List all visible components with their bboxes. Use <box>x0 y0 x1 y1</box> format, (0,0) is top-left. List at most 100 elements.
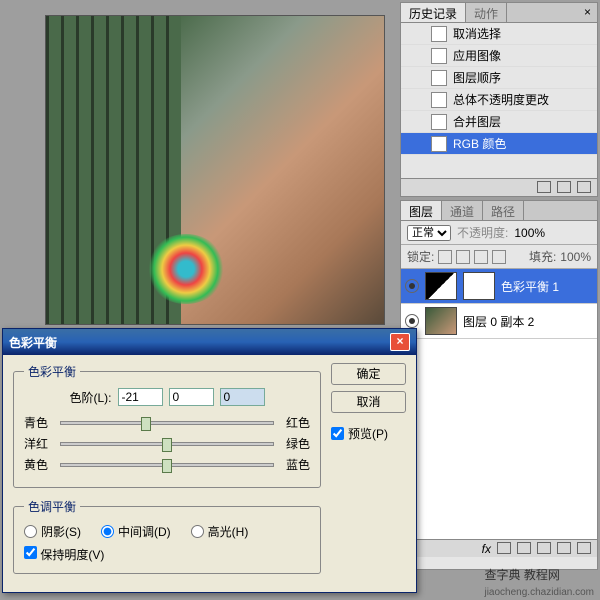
preserve-luminosity-checkbox[interactable]: 保持明度(V) <box>24 546 104 563</box>
fill-label: 填充: <box>529 248 556 265</box>
close-icon[interactable]: × <box>390 333 410 351</box>
tab-history[interactable]: 历史记录 <box>401 3 466 22</box>
midtones-radio[interactable]: 中间调(D) <box>101 523 171 540</box>
level-cyan-red[interactable] <box>118 388 163 406</box>
dialog-title: 色彩平衡 <box>9 334 57 351</box>
lock-all-icon[interactable] <box>492 250 506 264</box>
new-snapshot-icon[interactable] <box>537 181 551 193</box>
fill-value[interactable]: 100% <box>560 250 591 264</box>
history-step-icon <box>431 114 447 130</box>
blend-row: 正常 不透明度: 100% <box>401 221 597 245</box>
mask-icon[interactable] <box>497 542 511 554</box>
history-step-icon <box>431 26 447 42</box>
layer-row[interactable]: 图层 0 副本 2 <box>401 304 597 339</box>
trash-icon[interactable] <box>577 542 591 554</box>
level-magenta-green[interactable] <box>169 388 214 406</box>
opacity-label: 不透明度: <box>457 224 508 241</box>
visibility-icon[interactable] <box>405 314 419 328</box>
tab-channels[interactable]: 通道 <box>442 201 483 220</box>
cancel-button[interactable]: 取消 <box>331 391 406 413</box>
history-item-label: 取消选择 <box>453 25 501 42</box>
layers-panel: 图层 通道 路径 正常 不透明度: 100% 锁定: 填充: 100% 色彩平衡… <box>400 200 598 570</box>
mask-thumb <box>463 272 495 300</box>
history-item-label: 图层顺序 <box>453 69 501 86</box>
folder-icon[interactable] <box>537 542 551 554</box>
photo-content <box>46 16 384 324</box>
history-step-icon <box>431 70 447 86</box>
layer-row[interactable]: 色彩平衡 1 <box>401 269 597 304</box>
history-item-label: 应用图像 <box>453 47 501 64</box>
levels-label: 色阶(L): <box>69 389 111 406</box>
trash-icon[interactable] <box>577 181 591 193</box>
tab-paths[interactable]: 路径 <box>483 201 524 220</box>
lock-label: 锁定: <box>407 248 434 265</box>
adjustment-icon[interactable] <box>517 542 531 554</box>
slider-row: 洋红 绿色 <box>24 435 310 452</box>
lock-position-icon[interactable] <box>474 250 488 264</box>
color-balance-group: 色彩平衡 色阶(L): 青色 红色 洋红 绿色 黄色 蓝色 <box>13 363 321 488</box>
new-doc-icon[interactable] <box>557 181 571 193</box>
tone-row: 阴影(S) 中间调(D) 高光(H) <box>24 523 310 540</box>
history-item-label: 合并图层 <box>453 113 501 130</box>
lock-row: 锁定: 填充: 100% <box>401 245 597 269</box>
lock-transparent-icon[interactable] <box>438 250 452 264</box>
level-yellow-blue[interactable] <box>220 388 265 406</box>
levels-row: 色阶(L): <box>24 388 310 406</box>
history-item[interactable]: RGB 颜色 <box>401 133 597 155</box>
slider-right-label: 红色 <box>280 414 310 431</box>
color-balance-dialog: 色彩平衡 × 色彩平衡 色阶(L): 青色 红色 洋红 绿色 黄色 <box>2 328 417 593</box>
history-item[interactable]: 图层顺序 <box>401 67 597 89</box>
slider-right-label: 蓝色 <box>280 456 310 473</box>
slider-track[interactable] <box>60 421 274 425</box>
highlights-radio[interactable]: 高光(H) <box>191 523 249 540</box>
slider-right-label: 绿色 <box>280 435 310 452</box>
slider-track[interactable] <box>60 442 274 446</box>
visibility-icon[interactable] <box>405 279 419 293</box>
history-item[interactable]: 总体不透明度更改 <box>401 89 597 111</box>
history-step-icon <box>431 48 447 64</box>
history-item[interactable]: 合并图层 <box>401 111 597 133</box>
preview-checkbox[interactable]: 预览(P) <box>331 425 406 442</box>
close-icon[interactable]: × <box>578 3 597 22</box>
slider-left-label: 黄色 <box>24 456 54 473</box>
opacity-value[interactable]: 100% <box>514 226 545 240</box>
layer-thumb <box>425 307 457 335</box>
tone-balance-group: 色调平衡 阴影(S) 中间调(D) 高光(H) 保持明度(V) <box>13 498 321 574</box>
history-item-label: 总体不透明度更改 <box>453 91 549 108</box>
layers-footer: fx <box>401 539 597 557</box>
slider-row: 青色 红色 <box>24 414 310 431</box>
blend-mode-select[interactable]: 正常 <box>407 225 451 241</box>
history-step-icon <box>431 92 447 108</box>
shadows-radio[interactable]: 阴影(S) <box>24 523 81 540</box>
slider-thumb[interactable] <box>162 459 172 473</box>
lock-pixels-icon[interactable] <box>456 250 470 264</box>
tab-layers[interactable]: 图层 <box>401 201 442 220</box>
history-list[interactable]: 取消选择 应用图像 图层顺序 总体不透明度更改 合并图层 RGB 颜色 <box>401 23 597 178</box>
group-legend: 色彩平衡 <box>24 363 80 380</box>
history-item-label: RGB 颜色 <box>453 135 506 152</box>
layers-tabs: 图层 通道 路径 <box>401 201 597 221</box>
slider-thumb[interactable] <box>141 417 151 431</box>
watermark: 查字典 教程网 jiaocheng.chazidian.com <box>484 566 594 598</box>
canvas[interactable] <box>45 15 385 325</box>
ok-button[interactable]: 确定 <box>331 363 406 385</box>
history-footer <box>401 178 597 196</box>
history-tabs: 历史记录 动作 × <box>401 3 597 23</box>
history-step-icon <box>431 136 447 152</box>
history-item[interactable]: 取消选择 <box>401 23 597 45</box>
layer-list[interactable]: 色彩平衡 1 图层 0 副本 2 <box>401 269 597 539</box>
tone-legend: 色调平衡 <box>24 498 80 515</box>
slider-left-label: 洋红 <box>24 435 54 452</box>
dialog-titlebar[interactable]: 色彩平衡 × <box>3 329 416 355</box>
layer-name[interactable]: 色彩平衡 1 <box>501 278 559 295</box>
history-item[interactable]: 应用图像 <box>401 45 597 67</box>
history-panel: 历史记录 动作 × 取消选择 应用图像 图层顺序 总体不透明度更改 合并图层 R… <box>400 2 598 197</box>
new-layer-icon[interactable] <box>557 542 571 554</box>
fx-icon[interactable]: fx <box>482 542 491 555</box>
slider-track[interactable] <box>60 463 274 467</box>
layer-name[interactable]: 图层 0 副本 2 <box>463 313 534 330</box>
slider-row: 黄色 蓝色 <box>24 456 310 473</box>
slider-thumb[interactable] <box>162 438 172 452</box>
tab-actions[interactable]: 动作 <box>466 3 507 22</box>
slider-left-label: 青色 <box>24 414 54 431</box>
